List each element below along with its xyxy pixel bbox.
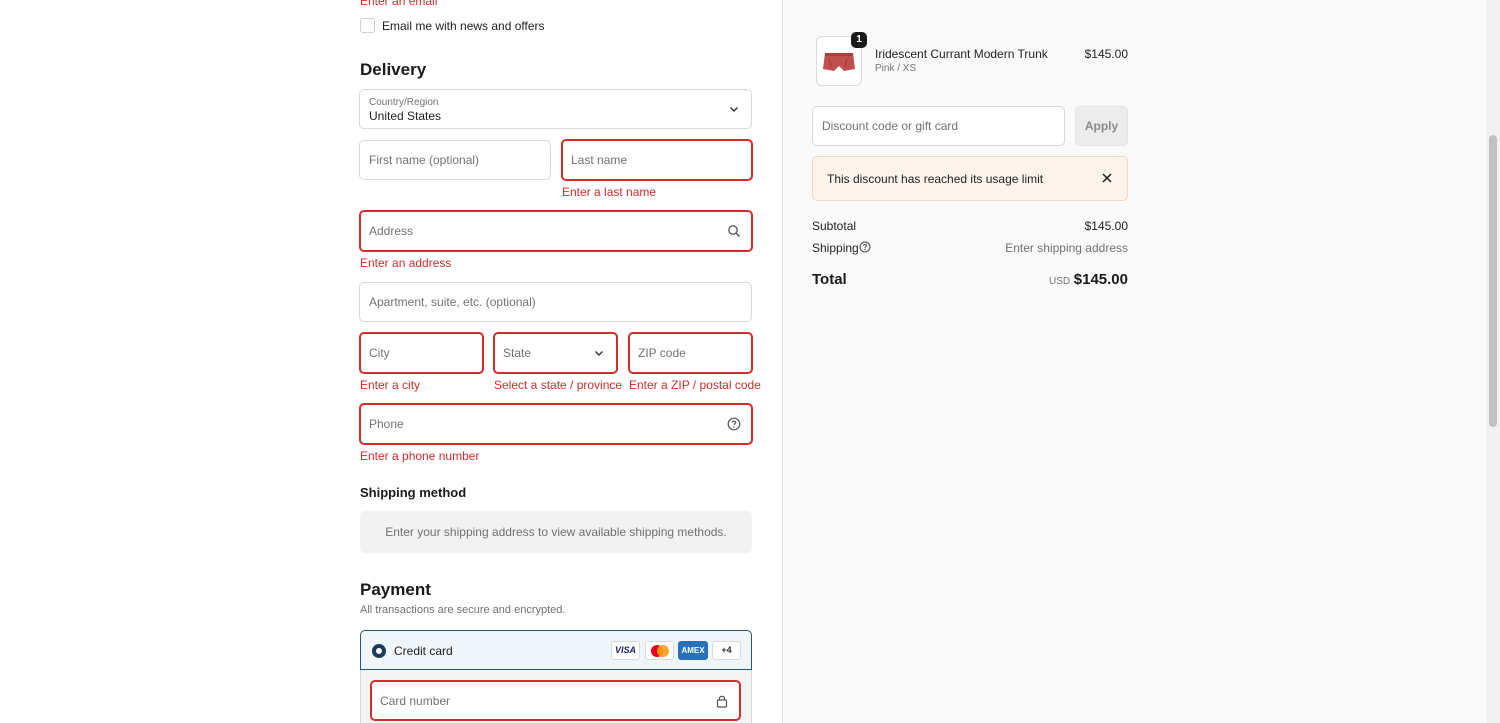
credit-card-radio[interactable] — [372, 644, 386, 658]
apartment-field[interactable]: Apartment, suite, etc. (optional) — [359, 282, 752, 322]
visa-logo: VISA — [611, 641, 640, 660]
credit-card-option[interactable]: Credit card VISA AMEX +4 — [360, 630, 752, 670]
first-name-placeholder: First name (optional) — [369, 153, 480, 167]
payment-subheading: All transactions are secure and encrypte… — [360, 604, 566, 616]
subtotal-label: Subtotal — [812, 219, 857, 233]
card-number-field[interactable]: Card number — [370, 680, 741, 721]
address-placeholder: Address — [369, 224, 414, 238]
chevron-down-icon — [730, 107, 738, 112]
last-name-error: Enter a last name — [562, 185, 657, 199]
help-icon[interactable] — [859, 241, 871, 253]
page-scrollbar[interactable] — [1486, 0, 1500, 723]
country-select[interactable]: Country/Region United States — [359, 89, 752, 129]
help-icon[interactable] — [727, 417, 741, 431]
apply-discount-button[interactable]: Apply — [1075, 106, 1128, 146]
phone-error: Enter a phone number — [360, 449, 480, 463]
discount-notice-text: This discount has reached its usage limi… — [827, 172, 1044, 186]
city-field[interactable]: City — [359, 332, 484, 374]
state-placeholder: State — [503, 346, 532, 360]
address-error: Enter an address — [360, 256, 452, 270]
zip-placeholder: ZIP code — [638, 346, 686, 360]
phone-placeholder: Phone — [369, 417, 404, 431]
product-name: Iridescent Currant Modern Trunk — [875, 47, 1048, 61]
discount-notice: This discount has reached its usage limi… — [812, 156, 1128, 201]
quantity-badge: 1 — [851, 32, 867, 48]
shipping-label: Shipping — [812, 241, 859, 255]
state-error: Select a state / province — [494, 378, 623, 392]
total-label: Total — [812, 271, 847, 288]
product-price: $145.00 — [1084, 47, 1128, 61]
delivery-heading: Delivery — [360, 60, 427, 79]
country-label: Country/Region — [369, 97, 439, 108]
last-name-field[interactable]: Last name — [561, 139, 753, 181]
payment-heading: Payment — [360, 580, 431, 599]
product-variant: Pink / XS — [875, 63, 917, 74]
credit-card-label: Credit card — [394, 644, 453, 658]
address-field[interactable]: Address — [359, 210, 753, 252]
total-value: $145.00 — [1073, 271, 1128, 288]
apartment-placeholder: Apartment, suite, etc. (optional) — [369, 295, 536, 309]
state-select[interactable]: State — [493, 332, 618, 374]
shipping-value: Enter shipping address — [1005, 241, 1128, 255]
card-number-placeholder: Card number — [380, 693, 451, 708]
lock-icon — [716, 695, 728, 708]
amex-logo: AMEX — [678, 641, 708, 660]
chevron-down-icon — [595, 351, 603, 356]
country-value: United States — [369, 109, 442, 123]
zip-error: Enter a ZIP / postal code — [629, 378, 761, 392]
shipping-method-message: Enter your shipping address to view avai… — [360, 511, 752, 553]
discount-placeholder: Discount code or gift card — [822, 119, 959, 133]
mastercard-logo — [645, 641, 674, 660]
more-cards-badge: +4 — [712, 641, 741, 660]
subtotal-value: $145.00 — [1084, 219, 1128, 233]
first-name-field[interactable]: First name (optional) — [359, 140, 551, 180]
search-icon — [728, 225, 740, 237]
city-placeholder: City — [369, 346, 390, 360]
zip-field[interactable]: ZIP code — [628, 332, 753, 374]
scrollbar-thumb[interactable] — [1489, 135, 1497, 427]
discount-code-field[interactable]: Discount code or gift card — [812, 106, 1065, 146]
shipping-method-heading: Shipping method — [360, 485, 467, 500]
last-name-placeholder: Last name — [571, 153, 628, 167]
newsletter-checkbox[interactable] — [360, 18, 375, 33]
close-icon[interactable] — [1101, 172, 1113, 184]
newsletter-label: Email me with news and offers — [382, 19, 545, 33]
phone-field[interactable]: Phone — [359, 403, 753, 445]
city-error: Enter a city — [360, 378, 421, 392]
currency-code: USD — [1049, 276, 1071, 287]
email-error: Enter an email — [360, 0, 438, 8]
